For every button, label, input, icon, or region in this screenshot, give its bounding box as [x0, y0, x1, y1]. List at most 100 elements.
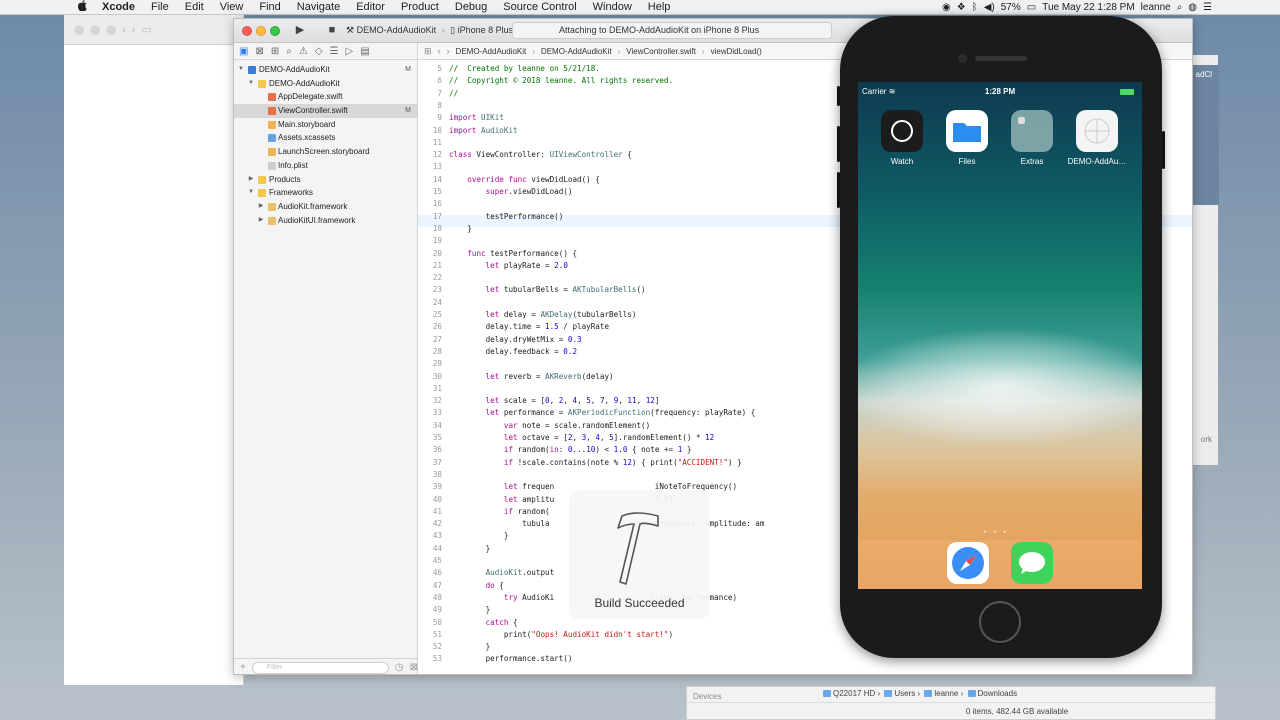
tree-row-file[interactable]: Assets.xcassets	[234, 131, 417, 145]
code-line[interactable]: if !scale.contains(note % 12) { print("A…	[449, 458, 742, 467]
user-name[interactable]: leanne	[1141, 0, 1171, 15]
path-item[interactable]: Users	[894, 689, 915, 698]
scm-filter-icon[interactable]: ⊠	[410, 662, 418, 673]
notification-center-icon[interactable]: ☰	[1203, 0, 1212, 15]
menu-view[interactable]: View	[212, 0, 252, 15]
tree-row-file[interactable]: LaunchScreen.storyboard	[234, 145, 417, 159]
code-line[interactable]: }	[449, 642, 491, 651]
back-chevron-icon[interactable]: ‹	[438, 46, 441, 56]
back-chevron-icon[interactable]: ‹	[122, 24, 126, 36]
menu-navigate[interactable]: Navigate	[289, 0, 348, 15]
menu-help[interactable]: Help	[640, 0, 679, 15]
spotlight-icon[interactable]: ⌕	[1177, 0, 1183, 15]
tree-row-group[interactable]: ▼ Frameworks	[234, 186, 417, 200]
menu-debug[interactable]: Debug	[447, 0, 495, 15]
jump-crumb-file[interactable]: ViewController.swift	[626, 47, 696, 56]
menu-editor[interactable]: Editor	[348, 0, 393, 15]
menu-file[interactable]: File	[143, 0, 177, 15]
code-line[interactable]: delay.dryWetMix = 0.3	[449, 335, 582, 344]
code-line[interactable]: print("Oops! AudioKit didn't start!")	[449, 630, 673, 639]
code-line[interactable]: var note = scale.randomElement()	[449, 421, 650, 430]
run-button[interactable]: ▶	[290, 22, 310, 39]
code-line[interactable]: performance.start()	[449, 654, 573, 663]
code-line[interactable]: do {	[449, 581, 504, 590]
window-close-icon[interactable]	[74, 24, 84, 35]
code-line[interactable]: let playRate = 2.0	[449, 261, 568, 270]
safari-icon[interactable]	[947, 542, 989, 584]
path-item[interactable]: Downloads	[978, 689, 1018, 698]
tree-row-framework[interactable]: ▶ AudioKitUI.framework	[234, 214, 417, 228]
mute-switch[interactable]	[837, 86, 840, 106]
code-line[interactable]: if random(in: 0...10) < 1.0 { note += 1 …	[449, 445, 692, 454]
code-line[interactable]: let reverb = AKReverb(delay)	[449, 372, 614, 381]
home-button[interactable]	[971, 601, 1029, 643]
forward-chevron-icon[interactable]: ›	[132, 24, 136, 36]
clock[interactable]: Tue May 22 1:28 PM	[1042, 0, 1134, 15]
battery-percent[interactable]: 57%	[1001, 0, 1021, 15]
tree-row-group[interactable]: ▶ Products	[234, 173, 417, 187]
code-line[interactable]: }	[449, 544, 491, 553]
code-line[interactable]: }	[449, 224, 472, 233]
jump-crumb-project[interactable]: DEMO-AddAudioKit	[456, 47, 527, 56]
disclosure-closed-icon[interactable]: ▶	[257, 214, 265, 228]
path-item[interactable]: Q22017 HD	[833, 689, 875, 698]
code-line[interactable]: let tubularBells = AKTubularBells()	[449, 285, 646, 294]
code-line[interactable]: let delay = AKDelay(tubularBells)	[449, 310, 637, 319]
sidebar-toggle-icon[interactable]: ▭	[141, 23, 151, 36]
window-zoom-icon[interactable]	[106, 24, 116, 35]
tree-row-group[interactable]: ▼ DEMO-AddAudioKit	[234, 77, 417, 91]
path-item[interactable]: leanne	[934, 689, 958, 698]
source-control-icon[interactable]: ⊠	[255, 46, 263, 57]
app-icon-watch[interactable]: Watch	[870, 110, 934, 166]
tree-row-file[interactable]: Main.storyboard	[234, 118, 417, 132]
menu-xcode[interactable]: Xcode	[94, 0, 143, 15]
issue-navigator-icon[interactable]: ⚠	[299, 46, 308, 57]
code-line[interactable]: catch {	[449, 618, 518, 627]
disclosure-open-icon[interactable]: ▼	[247, 186, 255, 200]
disclosure-open-icon[interactable]: ▼	[247, 77, 255, 91]
scheme-selector[interactable]: ⚒ DEMO-AddAudioKit › ▯ iPhone 8 Plus	[346, 22, 513, 39]
window-close-button[interactable]	[242, 26, 252, 36]
forward-chevron-icon[interactable]: ›	[447, 46, 450, 56]
jump-crumb-symbol[interactable]: viewDidLoad()	[711, 47, 762, 56]
find-navigator-icon[interactable]: ⌕	[286, 46, 292, 57]
code-line[interactable]: super.viewDidLoad()	[449, 187, 573, 196]
menu-window[interactable]: Window	[585, 0, 640, 15]
code-line[interactable]: // Created by leanne on 5/21/18.	[449, 64, 600, 73]
add-icon[interactable]: +	[240, 662, 246, 673]
disclosure-closed-icon[interactable]: ▶	[257, 200, 265, 214]
tree-row-framework[interactable]: ▶ AudioKit.framework	[234, 200, 417, 214]
folder-icon[interactable]: ▣	[239, 46, 248, 57]
menu-source-control[interactable]: Source Control	[495, 0, 584, 15]
disclosure-open-icon[interactable]: ▼	[237, 63, 245, 77]
tree-row-file-selected[interactable]: ViewController.swift M	[234, 104, 417, 118]
siri-icon[interactable]: ◍	[1188, 0, 1197, 15]
code-line[interactable]: //	[449, 89, 458, 98]
code-line[interactable]: testPerformance()	[449, 212, 564, 221]
menu-find[interactable]: Find	[251, 0, 288, 15]
stop-button[interactable]: ■	[322, 22, 342, 39]
code-line[interactable]: delay.feedback = 0.2	[449, 347, 577, 356]
report-navigator-icon[interactable]: ▤	[360, 46, 369, 57]
tree-row-project[interactable]: ▼ DEMO-AddAudioKit M	[234, 63, 417, 77]
menu-product[interactable]: Product	[393, 0, 447, 15]
disclosure-closed-icon[interactable]: ▶	[247, 173, 255, 187]
window-zoom-button[interactable]	[270, 26, 280, 36]
code-line[interactable]: }	[449, 605, 491, 614]
messages-icon[interactable]	[1011, 542, 1053, 584]
app-icon-demo[interactable]: DEMO-AddAu…	[1065, 110, 1129, 166]
jump-crumb-group[interactable]: DEMO-AddAudioKit	[541, 47, 612, 56]
test-navigator-icon[interactable]: ◇	[315, 46, 323, 57]
related-items-icon[interactable]: ⊞	[424, 46, 432, 57]
code-line[interactable]: func testPerformance() {	[449, 249, 577, 258]
simulator-screen[interactable]: Carrier ≋ 1:28 PM Watch Files Extras DEM…	[858, 82, 1142, 589]
apple-menu-icon[interactable]	[72, 0, 94, 14]
code-line[interactable]: class ViewController: UIViewController {	[449, 150, 632, 159]
breakpoint-navigator-icon[interactable]: ▷	[345, 46, 353, 57]
volume-icon[interactable]: ◀)	[984, 0, 995, 15]
code-line[interactable]: }	[449, 531, 509, 540]
code-line[interactable]: override func viewDidLoad() {	[449, 175, 600, 184]
code-line[interactable]: // Copyright © 2018 leanne. All rights r…	[449, 76, 673, 85]
window-minimize-button[interactable]	[256, 26, 266, 36]
app-icon-files[interactable]: Files	[935, 110, 999, 166]
